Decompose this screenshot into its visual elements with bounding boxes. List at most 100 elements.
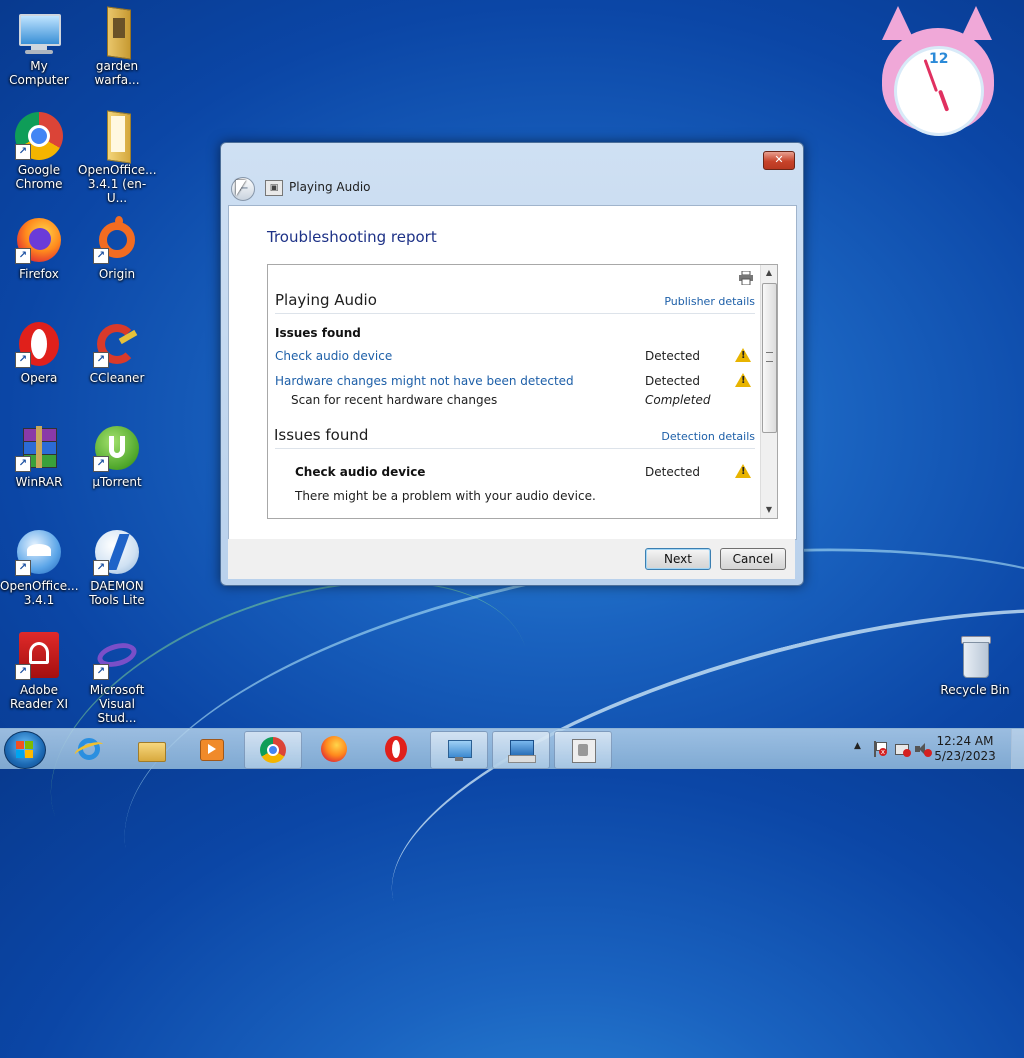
taskbar-internet-explorer[interactable] xyxy=(60,731,116,767)
folder-icon xyxy=(93,110,141,164)
action-center-flag-icon[interactable]: x xyxy=(872,741,887,757)
control-panel-icon xyxy=(445,737,473,763)
clock-gadget[interactable]: 12 xyxy=(872,6,1004,136)
section-divider xyxy=(275,313,755,314)
desktop-icon-firefox[interactable]: ↗ Firefox xyxy=(0,216,78,281)
report-panel: Playing Audio Publisher details Issues f… xyxy=(267,264,778,519)
taskbar-on-screen-keyboard[interactable] xyxy=(492,731,550,769)
issue-link-check-audio-device[interactable]: Check audio device xyxy=(275,349,392,363)
desktop-icon-google-chrome[interactable]: ↗ Google Chrome xyxy=(0,112,78,191)
detection-details-link[interactable]: Detection details xyxy=(661,430,755,443)
shortcut-arrow-icon: ↗ xyxy=(15,248,31,264)
network-icon[interactable] xyxy=(894,741,911,757)
section-title-issues-found: Issues found xyxy=(274,426,369,444)
taskbar-chrome[interactable] xyxy=(244,731,302,769)
openoffice-icon: ↗ xyxy=(15,528,63,576)
desktop-icon-openoffice-folder[interactable]: OpenOffice... 3.4.1 (en-U... xyxy=(78,110,157,205)
opera-icon xyxy=(382,736,410,762)
troubleshooter-icon xyxy=(569,737,597,763)
sub-step-scan-hardware: Scan for recent hardware changes xyxy=(291,393,498,407)
warning-icon: ! xyxy=(735,348,751,362)
report-heading: Troubleshooting report xyxy=(267,228,437,246)
clock-date: 5/23/2023 xyxy=(934,749,996,763)
taskbar: ▲ x 12:24 AM 5/23/2023 xyxy=(0,728,1024,769)
desktop-icon-origin[interactable]: ↗ Origin xyxy=(78,216,156,281)
computer-icon xyxy=(15,8,63,56)
clock-number: 12 xyxy=(929,51,949,67)
print-icon[interactable] xyxy=(738,270,754,286)
visual-studio-icon: ↗ xyxy=(93,632,141,680)
desktop-icon-openoffice[interactable]: ↗ OpenOffice... 3.4.1 xyxy=(0,528,79,607)
issue-link-hardware-changes[interactable]: Hardware changes might not have been det… xyxy=(275,374,574,388)
wallpaper-swoosh xyxy=(356,535,1024,1049)
detail-description: There might be a problem with your audio… xyxy=(295,489,596,503)
close-button[interactable]: ✕ xyxy=(763,151,795,170)
desktop-icon-garden-warfare-folder[interactable]: garden warfa... xyxy=(78,6,156,87)
taskbar-opera[interactable] xyxy=(368,731,424,767)
detail-status: Detected xyxy=(645,465,701,479)
show-desktop-button[interactable] xyxy=(1011,729,1024,769)
adobe-reader-icon: ↗ xyxy=(15,632,63,680)
shortcut-arrow-icon: ↗ xyxy=(93,456,109,472)
scroll-down-arrow-icon[interactable]: ▼ xyxy=(761,502,777,518)
warning-icon: ! xyxy=(735,373,751,387)
winrar-icon: ↗ xyxy=(15,424,63,472)
ccleaner-icon: ↗ xyxy=(93,320,141,368)
firefox-icon: ↗ xyxy=(15,216,63,264)
taskbar-control-panel[interactable] xyxy=(430,731,488,769)
troubleshooter-dialog: ✕ ← ▣ Playing Audio Troubleshooting repo… xyxy=(220,142,804,586)
taskbar-media-player[interactable] xyxy=(182,731,238,767)
next-button[interactable]: Next xyxy=(645,548,711,570)
volume-muted-icon[interactable] xyxy=(914,741,932,757)
keyboard-icon xyxy=(507,737,536,763)
desktop-icon-my-computer[interactable]: My Computer xyxy=(0,8,78,87)
desktop-icon-adobe-reader[interactable]: ↗ Adobe Reader XI xyxy=(0,632,78,711)
desktop-icon-utorrent[interactable]: ↗ µTorrent xyxy=(78,424,156,489)
desktop-icon-opera[interactable]: ↗ Opera xyxy=(0,320,78,385)
windows-logo-icon xyxy=(16,741,34,759)
shortcut-arrow-icon: ↗ xyxy=(15,456,31,472)
issue-status: Detected xyxy=(645,349,701,363)
internet-explorer-icon xyxy=(73,736,105,762)
issues-found-label: Issues found xyxy=(275,326,361,340)
desktop-icon-winrar[interactable]: ↗ WinRAR xyxy=(0,424,78,489)
folder-icon xyxy=(93,6,141,60)
taskbar-explorer[interactable] xyxy=(122,731,178,767)
desktop-icon-ccleaner[interactable]: ↗ CCleaner xyxy=(78,320,156,385)
publisher-details-link[interactable]: Publisher details xyxy=(664,295,755,308)
report-scrollbar[interactable]: ▲ ▼ xyxy=(760,265,777,518)
detail-title: Check audio device xyxy=(295,465,426,479)
section-divider xyxy=(275,448,755,449)
shortcut-arrow-icon: ↗ xyxy=(93,248,109,264)
shortcut-arrow-icon: ↗ xyxy=(93,664,109,680)
daemon-tools-icon: ↗ xyxy=(93,528,141,576)
sub-step-status: Completed xyxy=(645,393,711,407)
utorrent-icon: ↗ xyxy=(93,424,141,472)
taskbar-troubleshooter[interactable] xyxy=(554,731,612,769)
desktop-icon-visual-studio[interactable]: ↗ Microsoft Visual Stud... xyxy=(78,632,156,725)
start-button[interactable] xyxy=(4,731,46,769)
system-clock[interactable]: 12:24 AM 5/23/2023 xyxy=(932,734,998,764)
scroll-thumb[interactable] xyxy=(762,283,777,433)
shortcut-arrow-icon: ↗ xyxy=(15,144,31,160)
desktop-icon-recycle-bin[interactable]: Recycle Bin xyxy=(936,632,1014,697)
opera-icon: ↗ xyxy=(15,320,63,368)
dialog-content: Troubleshooting report Playing Audio Pub… xyxy=(228,205,797,540)
scroll-up-arrow-icon[interactable]: ▲ xyxy=(761,265,777,281)
chrome-icon: ↗ xyxy=(15,112,63,160)
dialog-title: Playing Audio xyxy=(289,180,371,194)
shortcut-arrow-icon: ↗ xyxy=(93,560,109,576)
show-hidden-icons-icon[interactable]: ▲ xyxy=(854,741,861,751)
shortcut-arrow-icon: ↗ xyxy=(15,560,31,576)
issue-status: Detected xyxy=(645,374,701,388)
cancel-button[interactable]: Cancel xyxy=(720,548,786,570)
taskbar-firefox[interactable] xyxy=(306,731,362,767)
shortcut-arrow-icon: ↗ xyxy=(93,352,109,368)
recycle-bin-icon xyxy=(951,632,999,680)
shortcut-arrow-icon: ↗ xyxy=(15,352,31,368)
analog-clock-face: 12 xyxy=(894,46,984,136)
warning-icon: ! xyxy=(735,464,751,478)
desktop-icon-daemon-tools[interactable]: ↗ DAEMON Tools Lite xyxy=(78,528,156,607)
origin-icon: ↗ xyxy=(93,216,141,264)
dialog-footer: Next Cancel xyxy=(228,539,795,579)
